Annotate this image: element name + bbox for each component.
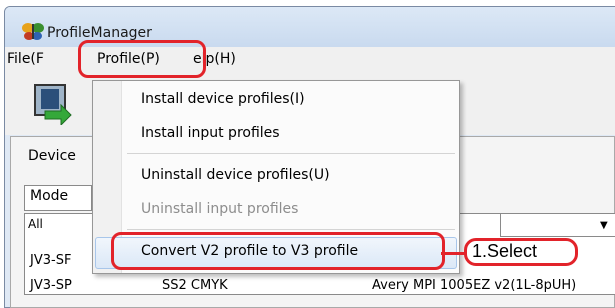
butterfly-app-icon <box>22 23 44 40</box>
table-row-profile[interactable]: SS2 CMYK <box>162 278 228 293</box>
model-header-label: Mode <box>30 188 69 204</box>
table-row-media[interactable]: Avery MPI 1005EZ v2(1L-8pUH) <box>372 278 576 293</box>
menu-separator <box>127 229 455 230</box>
dropdown-arrow-icon[interactable]: ▼ <box>600 220 608 231</box>
menu-item-uninstall-input-profiles: Uninstall input profiles <box>141 201 299 217</box>
highlight-ring-convert-item <box>111 232 445 270</box>
menu-item-install-device-profiles[interactable]: Install device profiles(I) <box>141 91 305 107</box>
window-title: ProfileManager <box>47 25 152 41</box>
filter-combo-right[interactable] <box>500 213 615 237</box>
menu-file[interactable]: File(F <box>7 51 44 67</box>
menu-item-uninstall-device-profiles[interactable]: Uninstall device profiles(U) <box>141 167 330 183</box>
menu-separator <box>127 153 455 154</box>
filter-all[interactable]: All <box>28 217 43 231</box>
device-profile-icon[interactable] <box>31 81 75 125</box>
table-row-model[interactable]: JV3-SF <box>30 253 71 268</box>
callout-connector <box>441 252 465 255</box>
tab-device[interactable]: Device <box>28 148 76 164</box>
highlight-ring-profile-menu <box>78 40 206 78</box>
callout-label: 1.Select <box>472 241 538 261</box>
table-row-model[interactable]: JV3-SP <box>30 278 72 293</box>
menu-item-install-input-profiles[interactable]: Install input profiles <box>141 125 280 141</box>
